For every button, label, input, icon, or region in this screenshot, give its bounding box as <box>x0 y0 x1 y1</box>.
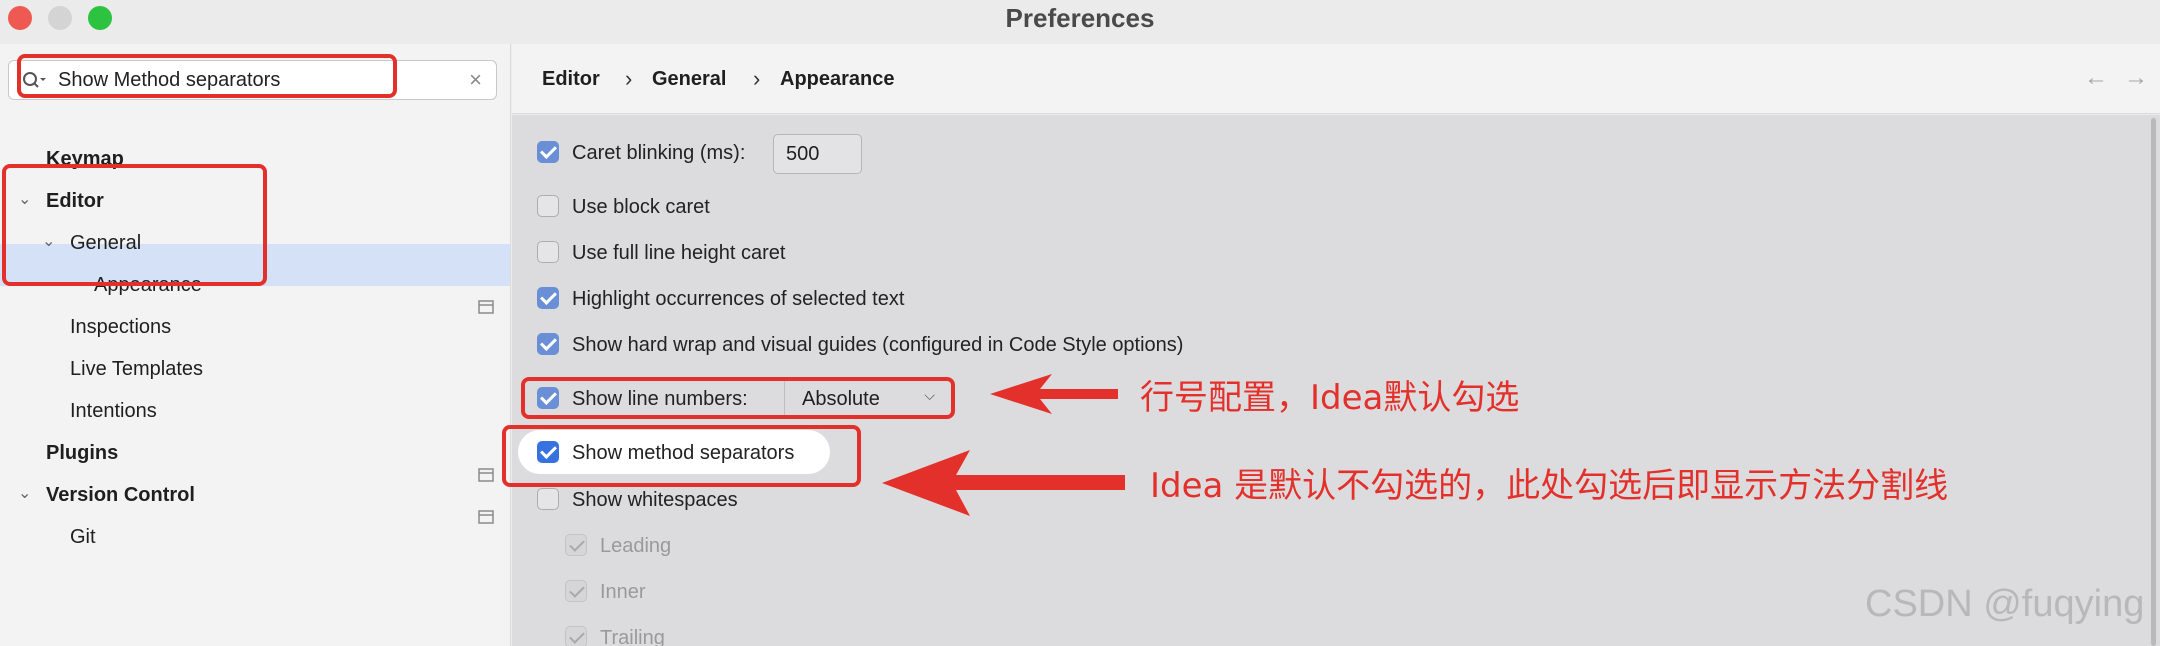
hard-wrap-checkbox[interactable] <box>537 333 559 355</box>
block-caret-label: Use block caret <box>572 196 710 218</box>
block-caret-checkbox[interactable] <box>537 195 559 217</box>
method-separators-annotation-box <box>502 425 861 487</box>
forward-arrow-icon[interactable]: → <box>2124 64 2148 92</box>
tree-item-git[interactable]: Git <box>70 517 96 557</box>
hard-wrap-label: Show hard wrap and visual guides (config… <box>572 334 1184 356</box>
caret-blinking-ms-input[interactable]: 500 <box>773 134 862 174</box>
tree-item-version-control[interactable]: Version Control <box>46 475 195 515</box>
chevron-down-icon[interactable]: ⌄ <box>18 474 31 514</box>
settings-sidebar: Show Method separators × Keymap ⌄ Editor… <box>0 44 511 646</box>
full-line-caret-label: Use full line height caret <box>572 242 786 264</box>
breadcrumb-editor[interactable]: Editor <box>542 68 600 91</box>
inner-checkbox[interactable] <box>565 580 587 602</box>
watermark: CSDN @fuqying <box>1865 583 2145 625</box>
tree-annotation-box <box>2 164 267 286</box>
tree-item-inspections[interactable]: Inspections <box>70 307 171 347</box>
leading-checkbox[interactable] <box>565 534 587 556</box>
back-arrow-icon[interactable]: ← <box>2084 64 2108 92</box>
tree-item-intentions[interactable]: Intentions <box>70 391 157 431</box>
caret-blinking-label: Caret blinking (ms): <box>572 142 746 164</box>
inner-label: Inner <box>600 581 646 603</box>
highlight-occurrences-label: Highlight occurrences of selected text <box>572 288 905 310</box>
line-numbers-annotation: 行号配置，Idea默认勾选 <box>1140 378 1520 418</box>
window-title: Preferences <box>1005 3 1155 33</box>
full-line-caret-checkbox[interactable] <box>537 241 559 263</box>
annotation-arrow-icon <box>990 374 1118 414</box>
breadcrumb-general[interactable]: General <box>652 68 726 91</box>
line-numbers-annotation-box <box>521 377 955 419</box>
tree-item-plugins[interactable]: Plugins <box>46 433 118 473</box>
project-settings-icon <box>478 468 494 482</box>
title-bar: Preferences <box>0 0 2160 44</box>
leading-label: Leading <box>600 535 672 557</box>
project-settings-icon <box>478 300 494 314</box>
clear-search-icon[interactable]: × <box>469 67 482 93</box>
whitespaces-checkbox[interactable] <box>537 488 559 510</box>
breadcrumb-separator: › <box>753 66 761 91</box>
method-separators-annotation: Idea 是默认不勾选的，此处勾选后即显示方法分割线 <box>1150 466 1949 506</box>
caret-blinking-checkbox[interactable] <box>537 141 559 163</box>
whitespaces-label: Show whitespaces <box>572 489 738 511</box>
trailing-label: Trailing <box>600 627 665 646</box>
search-annotation-box <box>17 54 397 98</box>
breadcrumb: Editor › General › Appearance ← → <box>512 44 2160 114</box>
breadcrumb-appearance: Appearance <box>780 68 895 90</box>
tree-item-live-templates[interactable]: Live Templates <box>70 349 203 389</box>
scrollbar[interactable] <box>2151 118 2156 646</box>
highlight-occurrences-checkbox[interactable] <box>537 287 559 309</box>
breadcrumb-separator: › <box>625 66 633 91</box>
annotation-arrow-icon <box>882 450 1125 516</box>
trailing-checkbox[interactable] <box>565 626 587 646</box>
project-settings-icon <box>478 510 494 524</box>
